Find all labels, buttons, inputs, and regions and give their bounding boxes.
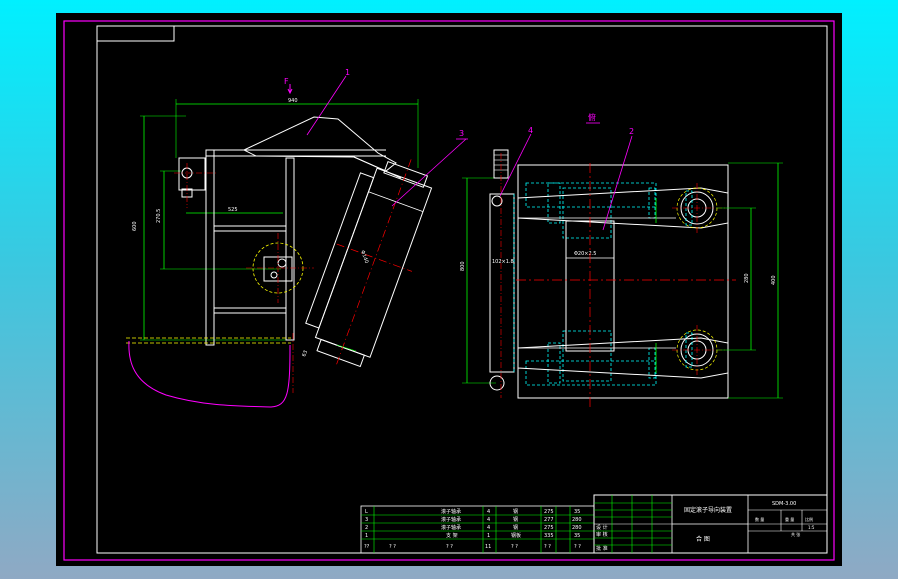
force-label: F	[284, 77, 289, 86]
corner-label-box	[96, 25, 175, 42]
parts-row-3-qty: 1	[487, 533, 490, 539]
parts-row-4-name2: ? ?	[446, 544, 453, 550]
title-block: 设 计 审 核 批 准 固定滚子导向装置 合 图 SDM-3.00 数 量 重 …	[593, 494, 828, 554]
parts-row-4-weight: ? ?	[544, 544, 551, 550]
title-block-designer: 设 计	[596, 524, 608, 531]
dim-small-height: 63	[301, 350, 309, 358]
parts-row-2-no: 2	[365, 525, 368, 531]
balloon-1: 1	[345, 68, 350, 77]
balloon-4: 4	[528, 126, 533, 135]
parts-row-0-weight: 275	[544, 509, 554, 515]
parts-row-0-note: 35	[574, 509, 580, 515]
dim-hinge-offset: 525	[228, 207, 238, 213]
cad-viewport[interactable]: F 940 600 270.5 525 Φ140 63 1 3 俯 800 Φ2…	[56, 13, 842, 566]
dim-vertical-partial: 270.5	[156, 209, 162, 223]
parts-list-table: L 滚子轴承 4 钢 275 35 3 滚子轴承 4 钢 277 280 2 滚…	[360, 505, 595, 554]
parts-row-4-name: ? ?	[389, 544, 396, 550]
drawing-number: SDM-3.00	[772, 501, 796, 507]
plan-view: 俯 800 Φ20×2.5 102×1.8 280 400 4 2	[460, 112, 783, 408]
title-block-checker: 审 核	[596, 531, 608, 538]
parts-row-0-material: 钢	[513, 508, 518, 515]
title-block-scale-label: 比例	[805, 516, 813, 522]
cad-drawing-sheet: F 940 600 270.5 525 Φ140 63 1 3 俯 800 Φ2…	[63, 20, 835, 561]
parts-row-3-name: 支 架	[446, 532, 458, 539]
title-block-approver: 批 准	[596, 545, 608, 552]
parts-row-2-note: 280	[572, 525, 582, 531]
parts-row-2-name: 滚子轴承	[441, 524, 461, 531]
parts-row-3-material: 钢板	[511, 532, 521, 539]
sheet-border	[63, 20, 835, 561]
parts-row-2-qty: 4	[487, 525, 490, 531]
dim-overall-width: 940	[288, 98, 298, 104]
title-block-weight-box: 重 量	[785, 516, 794, 522]
parts-row-1-material: 钢	[513, 516, 518, 523]
title-block-material-box: 数 量	[755, 516, 764, 522]
parts-row-1-name: 滚子轴承	[441, 516, 461, 523]
parts-row-4-qty: 11	[485, 544, 491, 550]
parts-row-4-note: ? ?	[574, 544, 581, 550]
parts-row-1-qty: 4	[487, 517, 490, 523]
balloon-2: 2	[629, 127, 634, 136]
dim-roller-length: 102×1.8	[492, 259, 514, 265]
parts-row-0-name: 滚子轴承	[441, 508, 461, 515]
dim-center-distance: Φ20×2.5	[574, 251, 596, 257]
balloon-leader-1	[306, 75, 347, 136]
parts-row-0-no: L	[365, 509, 368, 515]
balloon-3: 3	[459, 129, 464, 138]
dim-plan-height: 800	[460, 261, 466, 271]
dim-vertical-total: 600	[132, 221, 138, 231]
parts-row-1-note: 280	[572, 517, 582, 523]
parts-row-4-material: ? ?	[511, 544, 518, 550]
dim-roller-diameter: Φ140	[359, 250, 369, 265]
parts-row-3-weight: 335	[544, 533, 554, 539]
title-block-scale-value: 1:5	[808, 525, 815, 530]
title-block-sheet-label: 共 张	[791, 531, 800, 537]
parts-row-2-material: 钢	[513, 524, 518, 531]
parts-row-2-weight: 275	[544, 525, 554, 531]
parts-row-1-no: 3	[365, 517, 368, 523]
parts-row-4-no: ??	[364, 544, 370, 550]
drawing-title: 固定滚子导向装置	[684, 506, 732, 514]
title-block-assembly: 合 图	[696, 535, 710, 543]
parts-row-0-qty: 4	[487, 509, 490, 515]
dim-plan-inner: 280	[744, 273, 750, 283]
parts-row-3-no: 1	[365, 533, 368, 539]
dim-plan-pitch: 400	[771, 275, 777, 285]
parts-row-1-weight: 277	[544, 517, 554, 523]
parts-row-3-note: 35	[574, 533, 580, 539]
side-elevation-view: F 940 600 270.5 525 Φ140 63 1 3	[126, 68, 468, 408]
plan-view-label: 俯	[588, 112, 596, 122]
